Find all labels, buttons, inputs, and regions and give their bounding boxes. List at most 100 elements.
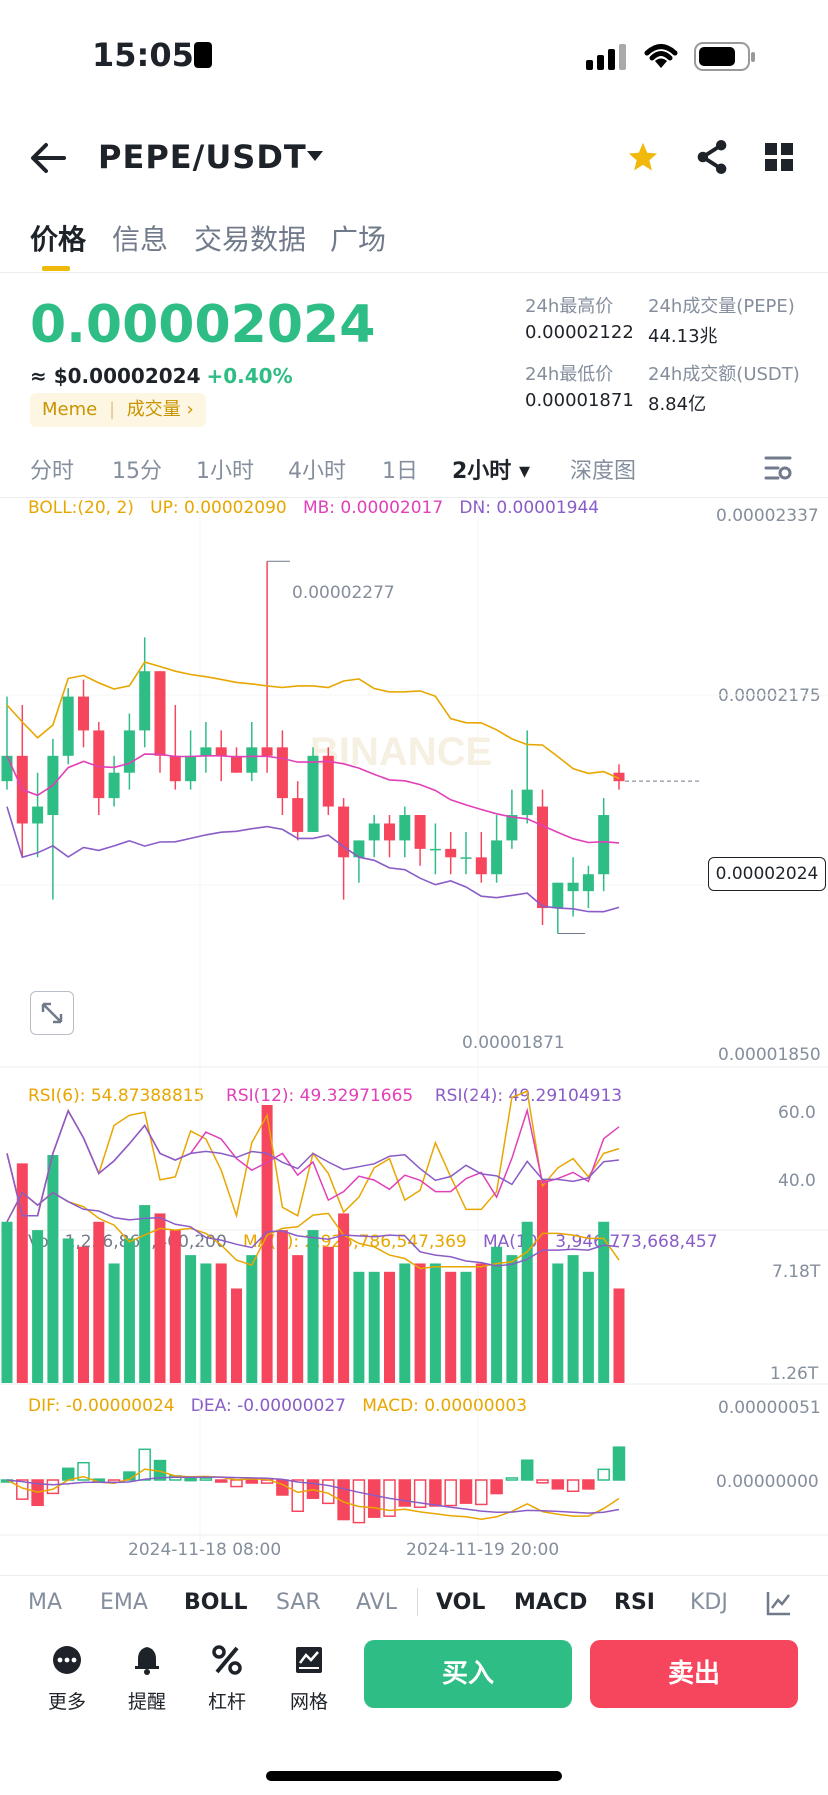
usd-price: ≈ $0.00002024 +0.40%	[30, 364, 293, 388]
volume-bar	[108, 1263, 120, 1383]
low-label: 24h最低价	[525, 364, 614, 385]
volume-bar	[185, 1255, 197, 1383]
favorite-star-icon[interactable]	[626, 140, 660, 174]
interval-2h[interactable]: 2小时 ▾	[452, 453, 530, 485]
candle-body	[169, 755, 181, 782]
expand-chart-button[interactable]	[30, 991, 74, 1035]
indicator-vol[interactable]: VOL	[436, 1590, 485, 1615]
candle-body	[307, 755, 319, 832]
alert-button[interactable]: 提醒	[112, 1645, 182, 1714]
candle-body	[460, 857, 472, 859]
tag-separator: |	[108, 399, 116, 420]
macd-histogram-bar	[536, 1479, 549, 1484]
vol-quote-label: 24h成交额(USDT)	[648, 364, 800, 385]
candle-body	[139, 671, 151, 731]
interval-1h[interactable]: 1小时	[196, 453, 254, 485]
candle-body	[384, 823, 395, 841]
indicator-sar[interactable]: SAR	[276, 1590, 321, 1615]
candle-body	[552, 882, 564, 909]
macd-histogram-bar	[291, 1479, 304, 1513]
indicator-kdj[interactable]: KDJ	[690, 1590, 728, 1615]
volume-bar	[292, 1255, 304, 1383]
indicator-rsi[interactable]: RSI	[614, 1590, 655, 1615]
volume-bar	[384, 1271, 395, 1383]
macd-histogram-bar	[61, 1467, 75, 1481]
macd-histogram-bar	[612, 1446, 626, 1481]
pair-title[interactable]: PEPE/USDT	[98, 138, 307, 176]
candle-body	[231, 755, 242, 773]
macd-histogram-bar	[597, 1468, 610, 1481]
candle-body	[261, 747, 273, 756]
tab-trading-data[interactable]: 交易数据	[194, 218, 306, 258]
volume-bar	[414, 1263, 426, 1383]
more-icon	[53, 1646, 81, 1674]
volume-bar	[62, 1238, 74, 1383]
macd-histogram-bar	[566, 1479, 580, 1493]
meme-tag[interactable]: Meme | 成交量 ›	[30, 393, 206, 427]
candle-body	[598, 815, 610, 875]
macd-histogram-bar	[352, 1479, 366, 1524]
volume-bar	[353, 1271, 365, 1383]
candle-body	[108, 772, 120, 799]
tab-price[interactable]: 价格	[30, 218, 86, 258]
candle-body	[32, 806, 44, 824]
volume-bar	[78, 1246, 89, 1383]
tab-info[interactable]: 信息	[112, 218, 168, 258]
macd-histogram-bar	[582, 1479, 595, 1490]
candle-body	[200, 747, 212, 756]
back-arrow-icon[interactable]	[30, 142, 66, 174]
volume-bar	[460, 1271, 472, 1383]
tab-square[interactable]: 广场	[330, 218, 386, 258]
binance-watermark: BINANCE	[310, 730, 492, 774]
leverage-button[interactable]: 杠杆	[192, 1645, 262, 1714]
usd-price-value: ≈ $0.00002024	[30, 364, 201, 388]
kline-chart[interactable]: BINANCE	[0, 495, 828, 1565]
buy-button[interactable]: 买入	[364, 1640, 572, 1708]
meme-tag-label: Meme	[42, 399, 98, 420]
depth-chart-tab[interactable]: 深度图	[570, 453, 636, 485]
more-button[interactable]: 更多	[32, 1645, 102, 1714]
candle-body	[1, 755, 13, 782]
caret-down-icon[interactable]	[306, 150, 324, 162]
percent-icon	[212, 1645, 242, 1675]
volume-tag-label: 成交量 ›	[126, 399, 194, 420]
interval-timeline[interactable]: 分时	[30, 453, 74, 485]
grid-menu-icon[interactable]	[764, 142, 794, 172]
indicator-ma[interactable]: MA	[28, 1590, 62, 1615]
volume-bar	[32, 1230, 44, 1383]
interval-4h[interactable]: 4小时	[288, 453, 346, 485]
candle-body	[93, 730, 105, 799]
macd-histogram-bar	[367, 1479, 381, 1518]
indicator-macd[interactable]: MACD	[514, 1590, 587, 1615]
volume-bar	[368, 1271, 380, 1383]
indicator-ema[interactable]: EMA	[100, 1590, 148, 1615]
interval-1d[interactable]: 1日	[382, 453, 418, 485]
volume-bar	[613, 1288, 625, 1383]
volume-bar	[200, 1263, 212, 1383]
low-value: 0.00001871	[525, 390, 634, 411]
chart-settings-icon[interactable]	[764, 455, 792, 481]
candle-body	[78, 696, 89, 731]
indicator-boll[interactable]: BOLL	[184, 1590, 248, 1615]
sell-button[interactable]: 卖出	[590, 1640, 798, 1708]
volume-bar	[215, 1263, 227, 1383]
grid-trading-button[interactable]: 网格	[274, 1645, 344, 1714]
volume-bar	[445, 1271, 457, 1383]
candle-body	[475, 857, 487, 875]
candle-body	[537, 806, 548, 909]
macd-histogram-bar	[199, 1477, 213, 1481]
indicator-avl[interactable]: AVL	[356, 1590, 397, 1615]
interval-15m[interactable]: 15分	[112, 453, 162, 485]
expand-icon	[41, 1002, 63, 1024]
grid-trading-icon	[296, 1647, 322, 1673]
volume-bar	[322, 1246, 334, 1383]
volume-bar	[169, 1230, 181, 1383]
current-price-value: 0.00002024	[715, 864, 819, 884]
share-icon[interactable]	[696, 140, 728, 174]
status-bar: 15:05	[0, 0, 828, 110]
macd-histogram-bar	[429, 1479, 442, 1507]
candle-body	[582, 874, 594, 892]
indicator-settings-icon[interactable]	[766, 1590, 792, 1616]
volume-bar	[491, 1246, 503, 1383]
macd-histogram-bar	[398, 1479, 412, 1507]
